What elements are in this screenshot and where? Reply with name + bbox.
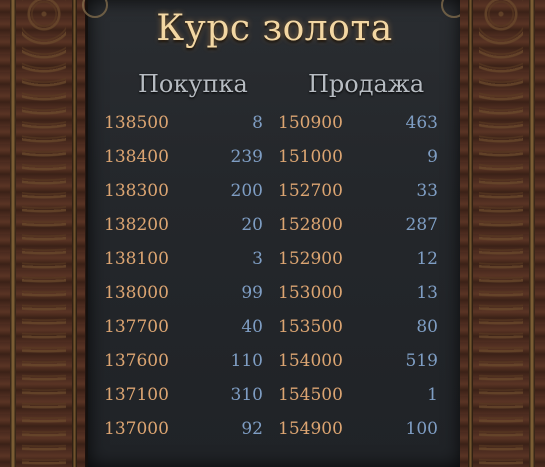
sell-price: 153000 — [278, 283, 343, 303]
sell-price: 150900 — [278, 113, 343, 133]
right-ornamental-border — [460, 0, 545, 467]
buy-price: 137700 — [104, 317, 169, 337]
buy-quantity: 110 — [230, 351, 263, 371]
buy-price: 137100 — [104, 385, 169, 405]
buy-quantity: 8 — [252, 113, 263, 133]
sell-quantity: 33 — [416, 181, 438, 201]
buy-quantity: 310 — [230, 385, 263, 405]
sell-quantity: 463 — [405, 113, 438, 133]
sell-price: 152900 — [278, 249, 343, 269]
left-inner-rail — [72, 0, 77, 467]
left-scroll-ornament — [22, 0, 66, 467]
sell-quantity: 287 — [405, 215, 438, 235]
buy-quantity: 40 — [241, 317, 263, 337]
right-inner-rail — [468, 0, 473, 467]
table-row[interactable]: 138200 20 152800 287 — [88, 208, 461, 242]
table-row[interactable]: 138100 3 152900 12 — [88, 242, 461, 276]
buy-price: 138000 — [104, 283, 169, 303]
buy-price: 137600 — [104, 351, 169, 371]
buy-column-header: Покупка — [138, 70, 248, 98]
buy-quantity: 92 — [241, 419, 263, 439]
table-row[interactable]: 138300 200 152700 33 — [88, 174, 461, 208]
order-table: 138500 8 150900 463 138400 239 151000 9 138300 20… — [88, 106, 461, 446]
buy-price: 138200 — [104, 215, 169, 235]
buy-quantity: 3 — [252, 249, 263, 269]
buy-quantity: 239 — [230, 147, 263, 167]
table-row[interactable]: 138500 8 150900 463 — [88, 106, 461, 140]
sell-column-header: Продажа — [308, 70, 425, 98]
sell-price: 154000 — [278, 351, 343, 371]
buy-price: 138100 — [104, 249, 169, 269]
sell-quantity: 1 — [427, 385, 438, 405]
sell-price: 154500 — [278, 385, 343, 405]
table-row[interactable]: 138000 99 153000 13 — [88, 276, 461, 310]
sell-price: 154900 — [278, 419, 343, 439]
sell-quantity: 12 — [416, 249, 438, 269]
gold-rate-panel: Курс золота Покупка Продажа 138500 8 15090… — [82, 0, 467, 467]
buy-quantity: 200 — [230, 181, 263, 201]
sell-price: 152700 — [278, 181, 343, 201]
sell-quantity: 9 — [427, 147, 438, 167]
buy-quantity: 20 — [241, 215, 263, 235]
buy-quantity: 99 — [241, 283, 263, 303]
sell-price: 152800 — [278, 215, 343, 235]
sell-price: 153500 — [278, 317, 343, 337]
sell-quantity: 13 — [416, 283, 438, 303]
gold-rate-window: Курс золота Покупка Продажа 138500 8 15090… — [0, 0, 545, 467]
sell-quantity: 100 — [405, 419, 438, 439]
table-row[interactable]: 137600 110 154000 519 — [88, 344, 461, 378]
sell-price: 151000 — [278, 147, 343, 167]
sell-quantity: 80 — [416, 317, 438, 337]
buy-price: 138300 — [104, 181, 169, 201]
panel-title: Курс золота — [156, 8, 393, 49]
table-row[interactable]: 137700 40 153500 80 — [88, 310, 461, 344]
right-outer-rail — [529, 0, 535, 467]
buy-price: 137000 — [104, 419, 169, 439]
table-row[interactable]: 137000 92 154900 100 — [88, 412, 461, 446]
buy-price: 138400 — [104, 147, 169, 167]
left-outer-rail — [10, 0, 16, 467]
right-scroll-ornament — [479, 0, 523, 467]
buy-price: 138500 — [104, 113, 169, 133]
table-row[interactable]: 138400 239 151000 9 — [88, 140, 461, 174]
sell-quantity: 519 — [405, 351, 438, 371]
table-row[interactable]: 137100 310 154500 1 — [88, 378, 461, 412]
left-ornamental-border — [0, 0, 85, 467]
